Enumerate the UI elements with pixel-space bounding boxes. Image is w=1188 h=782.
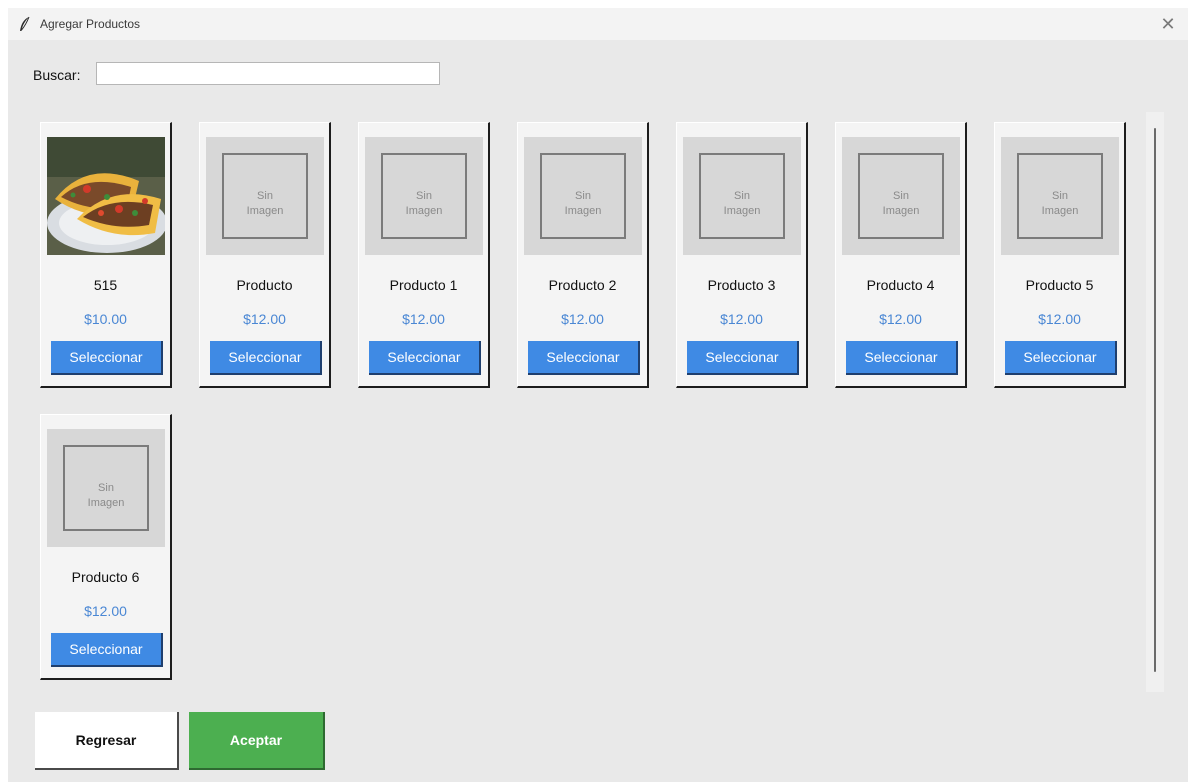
product-name: Producto 2 bbox=[548, 277, 617, 293]
product-price: $10.00 bbox=[84, 311, 127, 327]
product-photo bbox=[47, 137, 165, 255]
product-picker-window: Agregar Productos ✕ Buscar: 515 $10.00 Sel… bbox=[8, 8, 1188, 782]
scrollbar-thumb[interactable] bbox=[1154, 128, 1156, 672]
image-frame-icon: Sin Imagen bbox=[1017, 153, 1103, 239]
product-grid: 515 $10.00 Seleccionar Sin Imagen Producto $1… bbox=[40, 122, 1140, 692]
window-title: Agregar Productos bbox=[40, 17, 141, 31]
no-image-placeholder: Sin Imagen bbox=[365, 137, 483, 255]
product-name: Producto 3 bbox=[707, 277, 776, 293]
product-price: $12.00 bbox=[402, 311, 445, 327]
image-frame-icon: Sin Imagen bbox=[858, 153, 944, 239]
product-name: Producto 5 bbox=[1025, 277, 1094, 293]
no-image-placeholder: Sin Imagen bbox=[206, 137, 324, 255]
no-image-placeholder: Sin Imagen bbox=[842, 137, 960, 255]
select-button[interactable]: Seleccionar bbox=[1005, 341, 1117, 375]
product-name: Producto 4 bbox=[866, 277, 935, 293]
image-frame-icon: Sin Imagen bbox=[222, 153, 308, 239]
title-bar: Agregar Productos ✕ bbox=[8, 8, 1188, 40]
tacos-image bbox=[47, 137, 165, 255]
close-button[interactable]: ✕ bbox=[1148, 8, 1188, 40]
image-frame-icon: Sin Imagen bbox=[381, 153, 467, 239]
select-button[interactable]: Seleccionar bbox=[846, 341, 958, 375]
back-button[interactable]: Regresar bbox=[35, 712, 179, 770]
no-image-placeholder: Sin Imagen bbox=[47, 429, 165, 547]
no-image-text: Sin Imagen bbox=[87, 482, 125, 509]
image-frame-icon: Sin Imagen bbox=[699, 153, 785, 239]
no-image-placeholder: Sin Imagen bbox=[1001, 137, 1119, 255]
select-button[interactable]: Seleccionar bbox=[51, 633, 163, 667]
product-price: $12.00 bbox=[720, 311, 763, 327]
select-button[interactable]: Seleccionar bbox=[528, 341, 640, 375]
close-icon: ✕ bbox=[1160, 13, 1176, 34]
no-image-text: Sin Imagen bbox=[882, 190, 920, 217]
product-price: $12.00 bbox=[879, 311, 922, 327]
search-label: Buscar: bbox=[33, 67, 81, 83]
product-price: $12.00 bbox=[1038, 311, 1081, 327]
select-button[interactable]: Seleccionar bbox=[369, 341, 481, 375]
select-button[interactable]: Seleccionar bbox=[210, 341, 322, 375]
vertical-scrollbar[interactable] bbox=[1146, 112, 1164, 692]
product-name: Producto bbox=[236, 277, 293, 293]
no-image-text: Sin Imagen bbox=[1041, 190, 1079, 217]
select-button[interactable]: Seleccionar bbox=[51, 341, 163, 375]
product-card: Sin Imagen Producto 2 $12.00 Seleccionar bbox=[517, 122, 649, 388]
product-card: Sin Imagen Producto 1 $12.00 Seleccionar bbox=[358, 122, 490, 388]
no-image-placeholder: Sin Imagen bbox=[524, 137, 642, 255]
image-frame-icon: Sin Imagen bbox=[63, 445, 149, 531]
no-image-text: Sin Imagen bbox=[723, 190, 761, 217]
no-image-placeholder: Sin Imagen bbox=[683, 137, 801, 255]
product-name: 515 bbox=[93, 277, 118, 293]
search-input[interactable] bbox=[96, 62, 440, 85]
product-card: Sin Imagen Producto 6 $12.00 Seleccionar bbox=[40, 414, 172, 680]
no-image-text: Sin Imagen bbox=[564, 190, 602, 217]
no-image-text: Sin Imagen bbox=[246, 190, 284, 217]
product-price: $12.00 bbox=[243, 311, 286, 327]
product-price: $12.00 bbox=[84, 603, 127, 619]
image-frame-icon: Sin Imagen bbox=[540, 153, 626, 239]
product-price: $12.00 bbox=[561, 311, 604, 327]
feather-icon bbox=[20, 16, 30, 31]
product-card: Sin Imagen Producto $12.00 Seleccionar bbox=[199, 122, 331, 388]
product-card: Sin Imagen Producto 4 $12.00 Seleccionar bbox=[835, 122, 967, 388]
product-name: Producto 1 bbox=[389, 277, 458, 293]
product-card: Sin Imagen Producto 3 $12.00 Seleccionar bbox=[676, 122, 808, 388]
accept-button[interactable]: Aceptar bbox=[189, 712, 325, 770]
product-card: 515 $10.00 Seleccionar bbox=[40, 122, 172, 388]
product-card: Sin Imagen Producto 5 $12.00 Seleccionar bbox=[994, 122, 1126, 388]
select-button[interactable]: Seleccionar bbox=[687, 341, 799, 375]
no-image-text: Sin Imagen bbox=[405, 190, 443, 217]
product-name: Producto 6 bbox=[71, 569, 140, 585]
